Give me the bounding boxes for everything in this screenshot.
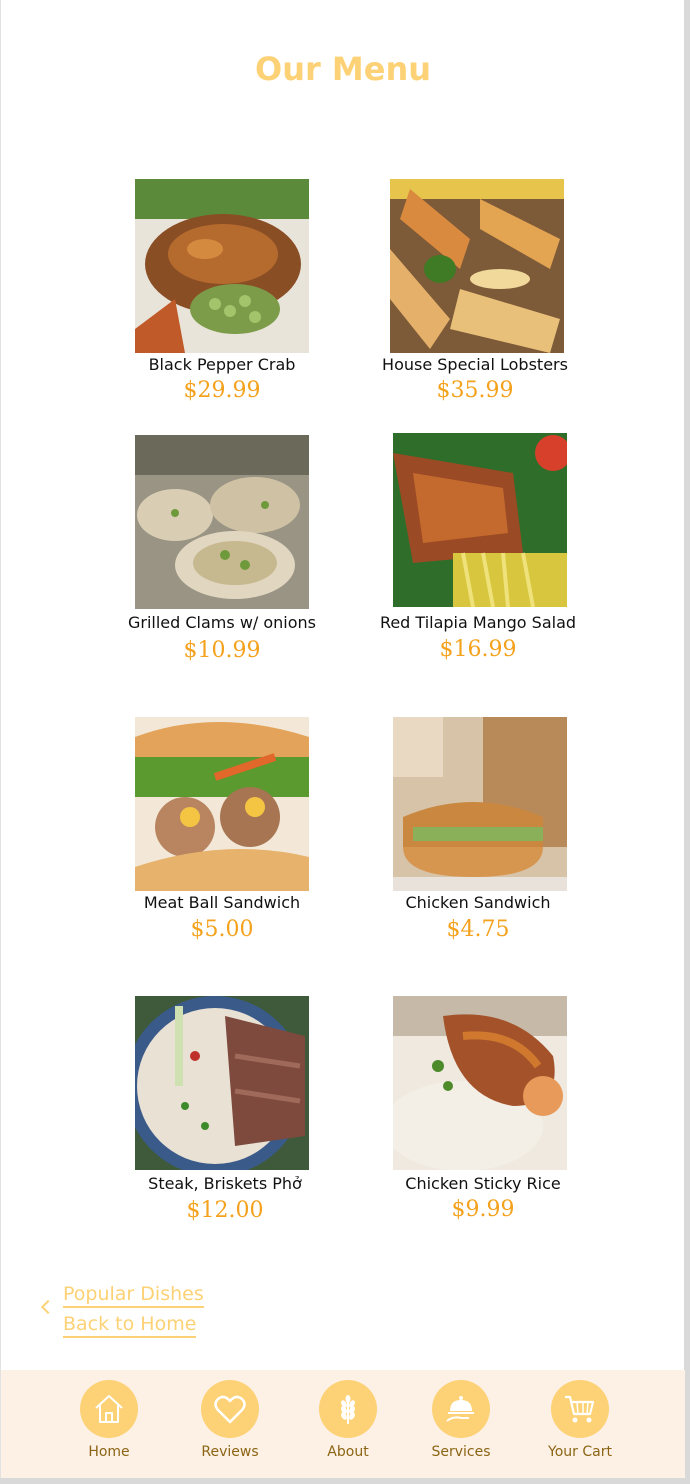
cloche-icon xyxy=(432,1380,490,1438)
page-title: Our Menu xyxy=(254,50,431,88)
nav-label: About xyxy=(327,1444,369,1460)
nav-label: Home xyxy=(88,1444,130,1460)
dish-price: $5.00 xyxy=(190,917,254,942)
wheat-icon xyxy=(319,1380,377,1438)
nav-services[interactable]: Services xyxy=(406,1380,516,1460)
dish-price: $35.99 xyxy=(436,378,514,403)
dish-price: $16.99 xyxy=(439,637,517,662)
menu-page: Our Menu Black Pepper Crab $29.99 House … xyxy=(0,0,685,1478)
nav-about[interactable]: About xyxy=(293,1380,403,1460)
dish-name: Grilled Clams w/ onions xyxy=(127,613,317,632)
dish-name: Red Tilapia Mango Salad xyxy=(379,613,577,632)
nav-home[interactable]: Home xyxy=(54,1380,164,1460)
dish-price: $12.00 xyxy=(186,1198,264,1223)
chevron-left-icon[interactable] xyxy=(40,1299,56,1315)
heart-icon xyxy=(201,1380,259,1438)
home-icon xyxy=(80,1380,138,1438)
dish-image-steak-briskets-pho xyxy=(135,996,309,1170)
dish-image-chicken-sandwich xyxy=(393,717,567,891)
nav-your-cart[interactable]: Your Cart xyxy=(525,1380,635,1460)
back-to-home-link[interactable]: Back to Home xyxy=(63,1313,197,1338)
dish-name: House Special Lobsters xyxy=(382,355,568,374)
dish-price: $10.99 xyxy=(183,638,261,663)
nav-label: Reviews xyxy=(201,1444,259,1460)
nav-label: Your Cart xyxy=(548,1444,612,1460)
dish-price: $29.99 xyxy=(183,378,261,403)
cart-icon xyxy=(551,1380,609,1438)
dish-image-black-pepper-crab xyxy=(135,179,309,353)
dish-name: Black Pepper Crab xyxy=(148,355,296,374)
dish-price: $9.99 xyxy=(451,1197,515,1222)
dish-name: Meat Ball Sandwich xyxy=(143,893,301,912)
nav-reviews[interactable]: Reviews xyxy=(175,1380,285,1460)
dish-image-red-tilapia xyxy=(393,433,567,607)
dish-image-chicken-sticky-rice xyxy=(393,996,567,1170)
bottom-nav: Home Reviews About Services Your Cart xyxy=(1,1370,685,1478)
dish-image-house-special-lobsters xyxy=(390,179,564,353)
dish-name: Chicken Sticky Rice xyxy=(405,1174,561,1193)
dish-image-meat-ball-sandwich xyxy=(135,717,309,891)
nav-label: Services xyxy=(431,1444,491,1460)
popular-dishes-link[interactable]: Popular Dishes xyxy=(63,1283,204,1308)
dish-name: Chicken Sandwich xyxy=(405,893,551,912)
dish-price: $4.75 xyxy=(446,917,510,942)
dish-name: Steak, Briskets Phở xyxy=(148,1174,302,1193)
dish-image-grilled-clams xyxy=(135,435,309,609)
